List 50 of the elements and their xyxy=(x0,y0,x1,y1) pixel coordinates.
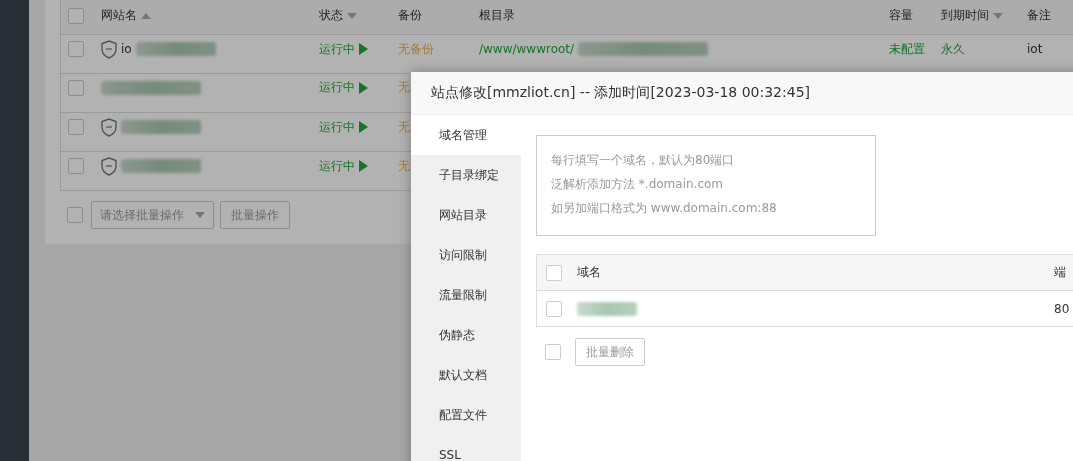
menu-item[interactable]: 子目录绑定 xyxy=(411,155,521,195)
column-header[interactable]: 状态 xyxy=(319,7,343,24)
checkbox[interactable] xyxy=(546,300,562,317)
dialog-title: 站点修改[mmzliot.cn] -- 添加时间[2023-03-18 00:32:45] xyxy=(411,72,1073,115)
sort-up-icon[interactable] xyxy=(141,12,151,19)
play-icon xyxy=(359,160,368,173)
backup-text: 无 xyxy=(398,118,410,136)
backup-text: 无 xyxy=(398,157,410,175)
play-icon xyxy=(359,121,368,134)
column-header[interactable]: 容量 xyxy=(889,7,913,24)
column-header[interactable]: 网站名 xyxy=(101,7,137,24)
column-header: 端 xyxy=(1054,265,1066,279)
checkbox[interactable] xyxy=(67,207,83,223)
placeholder-line: 每行填写一个域名，默认为80端口 xyxy=(551,152,736,169)
menu-item[interactable]: 域名管理 xyxy=(411,115,521,155)
backup-text: 无备份 xyxy=(398,40,434,58)
column-header[interactable]: 根目录 xyxy=(479,7,515,24)
checkbox[interactable] xyxy=(546,264,562,281)
expiry-text: 永久 xyxy=(941,40,965,58)
checkbox[interactable] xyxy=(68,41,84,58)
checkbox[interactable] xyxy=(68,7,84,24)
checkbox[interactable] xyxy=(545,344,561,360)
checkbox[interactable] xyxy=(68,158,84,175)
column-header[interactable]: 备注 xyxy=(1027,7,1051,24)
play-icon xyxy=(359,43,368,56)
column-header[interactable]: 备份 xyxy=(398,7,422,24)
menu-item[interactable]: 伪静态 xyxy=(411,315,521,355)
sort-down-icon[interactable] xyxy=(347,12,357,19)
capacity-text: 未配置 xyxy=(889,40,925,58)
menu-item[interactable]: 网站目录 xyxy=(411,195,521,235)
root-path: /www/wwwroot/ xyxy=(479,42,575,57)
menu-item[interactable]: 访问限制 xyxy=(411,235,521,275)
placeholder-line: 如另加端口格式为 www.domain.com:88 xyxy=(551,200,778,217)
placeholder-line: 泛解析添加方法 *.domain.com xyxy=(551,176,724,193)
remark-text: iot xyxy=(1027,42,1043,57)
backup-text: 无 xyxy=(398,79,410,97)
play-icon xyxy=(359,81,368,94)
menu-item[interactable]: SSL xyxy=(411,435,521,461)
blurred-text xyxy=(577,301,637,316)
port-text: 80 xyxy=(1054,301,1070,316)
menu-item[interactable]: 流量限制 xyxy=(411,275,521,315)
sort-down-icon[interactable] xyxy=(993,12,1003,19)
menu-item[interactable]: 默认文档 xyxy=(411,355,521,395)
checkbox[interactable] xyxy=(68,79,84,96)
column-header[interactable]: 到期时间 xyxy=(941,7,989,24)
site-name[interactable]: io xyxy=(121,42,132,57)
checkbox[interactable] xyxy=(68,119,84,136)
column-header: 域名 xyxy=(577,265,601,279)
caret-icon xyxy=(195,212,205,218)
menu-item[interactable]: 配置文件 xyxy=(411,395,521,435)
